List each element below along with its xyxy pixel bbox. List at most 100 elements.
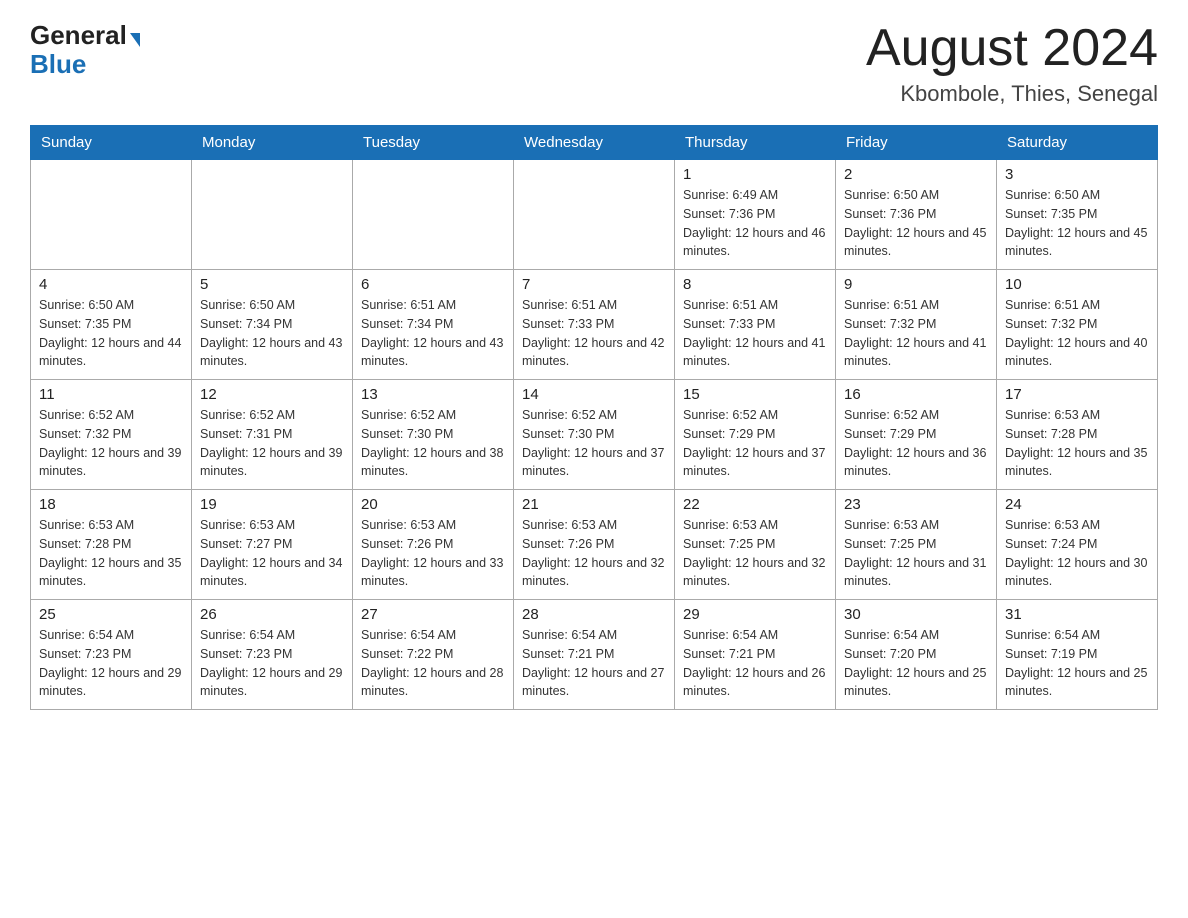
day-info: Sunrise: 6:52 AMSunset: 7:31 PMDaylight:… bbox=[200, 408, 342, 478]
day-number: 7 bbox=[522, 276, 666, 293]
day-number: 27 bbox=[361, 606, 505, 623]
day-number: 25 bbox=[39, 606, 183, 623]
week-row-4: 18 Sunrise: 6:53 AMSunset: 7:28 PMDaylig… bbox=[31, 490, 1158, 600]
calendar-table: Sunday Monday Tuesday Wednesday Thursday… bbox=[30, 125, 1158, 710]
cell-w4-d1: 18 Sunrise: 6:53 AMSunset: 7:28 PMDaylig… bbox=[31, 490, 192, 600]
day-number: 14 bbox=[522, 386, 666, 403]
day-number: 18 bbox=[39, 496, 183, 513]
location-title: Kbombole, Thies, Senegal bbox=[866, 81, 1158, 107]
week-row-3: 11 Sunrise: 6:52 AMSunset: 7:32 PMDaylig… bbox=[31, 380, 1158, 490]
cell-w1-d7: 3 Sunrise: 6:50 AMSunset: 7:35 PMDayligh… bbox=[997, 160, 1158, 270]
cell-w1-d3 bbox=[353, 160, 514, 270]
day-number: 16 bbox=[844, 386, 988, 403]
title-block: August 2024 Kbombole, Thies, Senegal bbox=[866, 20, 1158, 107]
day-info: Sunrise: 6:53 AMSunset: 7:26 PMDaylight:… bbox=[522, 518, 664, 588]
cell-w3-d4: 14 Sunrise: 6:52 AMSunset: 7:30 PMDaylig… bbox=[514, 380, 675, 490]
day-info: Sunrise: 6:50 AMSunset: 7:35 PMDaylight:… bbox=[1005, 188, 1147, 258]
day-info: Sunrise: 6:54 AMSunset: 7:22 PMDaylight:… bbox=[361, 628, 503, 698]
calendar-header-row: Sunday Monday Tuesday Wednesday Thursday… bbox=[31, 126, 1158, 160]
logo-general-text: General bbox=[30, 20, 127, 51]
cell-w3-d5: 15 Sunrise: 6:52 AMSunset: 7:29 PMDaylig… bbox=[675, 380, 836, 490]
day-info: Sunrise: 6:51 AMSunset: 7:34 PMDaylight:… bbox=[361, 298, 503, 368]
day-number: 10 bbox=[1005, 276, 1149, 293]
logo-arrow-icon bbox=[130, 33, 140, 47]
week-row-1: 1 Sunrise: 6:49 AMSunset: 7:36 PMDayligh… bbox=[31, 160, 1158, 270]
cell-w4-d5: 22 Sunrise: 6:53 AMSunset: 7:25 PMDaylig… bbox=[675, 490, 836, 600]
col-monday: Monday bbox=[192, 126, 353, 160]
day-info: Sunrise: 6:54 AMSunset: 7:21 PMDaylight:… bbox=[683, 628, 825, 698]
col-saturday: Saturday bbox=[997, 126, 1158, 160]
cell-w4-d7: 24 Sunrise: 6:53 AMSunset: 7:24 PMDaylig… bbox=[997, 490, 1158, 600]
cell-w5-d5: 29 Sunrise: 6:54 AMSunset: 7:21 PMDaylig… bbox=[675, 600, 836, 710]
cell-w4-d3: 20 Sunrise: 6:53 AMSunset: 7:26 PMDaylig… bbox=[353, 490, 514, 600]
cell-w1-d5: 1 Sunrise: 6:49 AMSunset: 7:36 PMDayligh… bbox=[675, 160, 836, 270]
cell-w5-d2: 26 Sunrise: 6:54 AMSunset: 7:23 PMDaylig… bbox=[192, 600, 353, 710]
day-number: 21 bbox=[522, 496, 666, 513]
day-info: Sunrise: 6:53 AMSunset: 7:24 PMDaylight:… bbox=[1005, 518, 1147, 588]
day-number: 13 bbox=[361, 386, 505, 403]
cell-w1-d4 bbox=[514, 160, 675, 270]
day-info: Sunrise: 6:53 AMSunset: 7:25 PMDaylight:… bbox=[683, 518, 825, 588]
cell-w5-d6: 30 Sunrise: 6:54 AMSunset: 7:20 PMDaylig… bbox=[836, 600, 997, 710]
day-number: 29 bbox=[683, 606, 827, 623]
cell-w2-d5: 8 Sunrise: 6:51 AMSunset: 7:33 PMDayligh… bbox=[675, 270, 836, 380]
day-number: 2 bbox=[844, 166, 988, 183]
day-info: Sunrise: 6:52 AMSunset: 7:29 PMDaylight:… bbox=[683, 408, 825, 478]
cell-w3-d7: 17 Sunrise: 6:53 AMSunset: 7:28 PMDaylig… bbox=[997, 380, 1158, 490]
day-info: Sunrise: 6:50 AMSunset: 7:34 PMDaylight:… bbox=[200, 298, 342, 368]
cell-w2-d4: 7 Sunrise: 6:51 AMSunset: 7:33 PMDayligh… bbox=[514, 270, 675, 380]
day-info: Sunrise: 6:49 AMSunset: 7:36 PMDaylight:… bbox=[683, 188, 825, 258]
day-number: 30 bbox=[844, 606, 988, 623]
day-number: 24 bbox=[1005, 496, 1149, 513]
day-info: Sunrise: 6:54 AMSunset: 7:23 PMDaylight:… bbox=[200, 628, 342, 698]
cell-w3-d2: 12 Sunrise: 6:52 AMSunset: 7:31 PMDaylig… bbox=[192, 380, 353, 490]
day-info: Sunrise: 6:50 AMSunset: 7:35 PMDaylight:… bbox=[39, 298, 181, 368]
day-info: Sunrise: 6:53 AMSunset: 7:27 PMDaylight:… bbox=[200, 518, 342, 588]
week-row-5: 25 Sunrise: 6:54 AMSunset: 7:23 PMDaylig… bbox=[31, 600, 1158, 710]
day-number: 3 bbox=[1005, 166, 1149, 183]
day-number: 20 bbox=[361, 496, 505, 513]
day-info: Sunrise: 6:53 AMSunset: 7:25 PMDaylight:… bbox=[844, 518, 986, 588]
day-number: 9 bbox=[844, 276, 988, 293]
cell-w4-d4: 21 Sunrise: 6:53 AMSunset: 7:26 PMDaylig… bbox=[514, 490, 675, 600]
day-info: Sunrise: 6:52 AMSunset: 7:30 PMDaylight:… bbox=[522, 408, 664, 478]
day-number: 11 bbox=[39, 386, 183, 403]
day-number: 28 bbox=[522, 606, 666, 623]
cell-w5-d1: 25 Sunrise: 6:54 AMSunset: 7:23 PMDaylig… bbox=[31, 600, 192, 710]
day-number: 6 bbox=[361, 276, 505, 293]
day-info: Sunrise: 6:51 AMSunset: 7:32 PMDaylight:… bbox=[1005, 298, 1147, 368]
day-info: Sunrise: 6:54 AMSunset: 7:23 PMDaylight:… bbox=[39, 628, 181, 698]
day-info: Sunrise: 6:51 AMSunset: 7:33 PMDaylight:… bbox=[522, 298, 664, 368]
cell-w2-d2: 5 Sunrise: 6:50 AMSunset: 7:34 PMDayligh… bbox=[192, 270, 353, 380]
cell-w1-d1 bbox=[31, 160, 192, 270]
cell-w2-d1: 4 Sunrise: 6:50 AMSunset: 7:35 PMDayligh… bbox=[31, 270, 192, 380]
day-number: 5 bbox=[200, 276, 344, 293]
cell-w3-d6: 16 Sunrise: 6:52 AMSunset: 7:29 PMDaylig… bbox=[836, 380, 997, 490]
day-info: Sunrise: 6:53 AMSunset: 7:26 PMDaylight:… bbox=[361, 518, 503, 588]
month-title: August 2024 bbox=[866, 20, 1158, 77]
cell-w2-d7: 10 Sunrise: 6:51 AMSunset: 7:32 PMDaylig… bbox=[997, 270, 1158, 380]
day-number: 8 bbox=[683, 276, 827, 293]
day-number: 22 bbox=[683, 496, 827, 513]
day-number: 1 bbox=[683, 166, 827, 183]
day-info: Sunrise: 6:52 AMSunset: 7:32 PMDaylight:… bbox=[39, 408, 181, 478]
cell-w4-d6: 23 Sunrise: 6:53 AMSunset: 7:25 PMDaylig… bbox=[836, 490, 997, 600]
cell-w3-d1: 11 Sunrise: 6:52 AMSunset: 7:32 PMDaylig… bbox=[31, 380, 192, 490]
cell-w3-d3: 13 Sunrise: 6:52 AMSunset: 7:30 PMDaylig… bbox=[353, 380, 514, 490]
day-info: Sunrise: 6:54 AMSunset: 7:19 PMDaylight:… bbox=[1005, 628, 1147, 698]
day-info: Sunrise: 6:50 AMSunset: 7:36 PMDaylight:… bbox=[844, 188, 986, 258]
col-tuesday: Tuesday bbox=[353, 126, 514, 160]
day-info: Sunrise: 6:52 AMSunset: 7:30 PMDaylight:… bbox=[361, 408, 503, 478]
day-number: 19 bbox=[200, 496, 344, 513]
day-info: Sunrise: 6:53 AMSunset: 7:28 PMDaylight:… bbox=[1005, 408, 1147, 478]
logo-blue-text: Blue bbox=[30, 49, 86, 80]
cell-w5-d3: 27 Sunrise: 6:54 AMSunset: 7:22 PMDaylig… bbox=[353, 600, 514, 710]
day-number: 12 bbox=[200, 386, 344, 403]
col-wednesday: Wednesday bbox=[514, 126, 675, 160]
day-info: Sunrise: 6:52 AMSunset: 7:29 PMDaylight:… bbox=[844, 408, 986, 478]
page-header: General Blue August 2024 Kbombole, Thies… bbox=[30, 20, 1158, 107]
week-row-2: 4 Sunrise: 6:50 AMSunset: 7:35 PMDayligh… bbox=[31, 270, 1158, 380]
day-number: 15 bbox=[683, 386, 827, 403]
day-info: Sunrise: 6:53 AMSunset: 7:28 PMDaylight:… bbox=[39, 518, 181, 588]
day-info: Sunrise: 6:51 AMSunset: 7:33 PMDaylight:… bbox=[683, 298, 825, 368]
